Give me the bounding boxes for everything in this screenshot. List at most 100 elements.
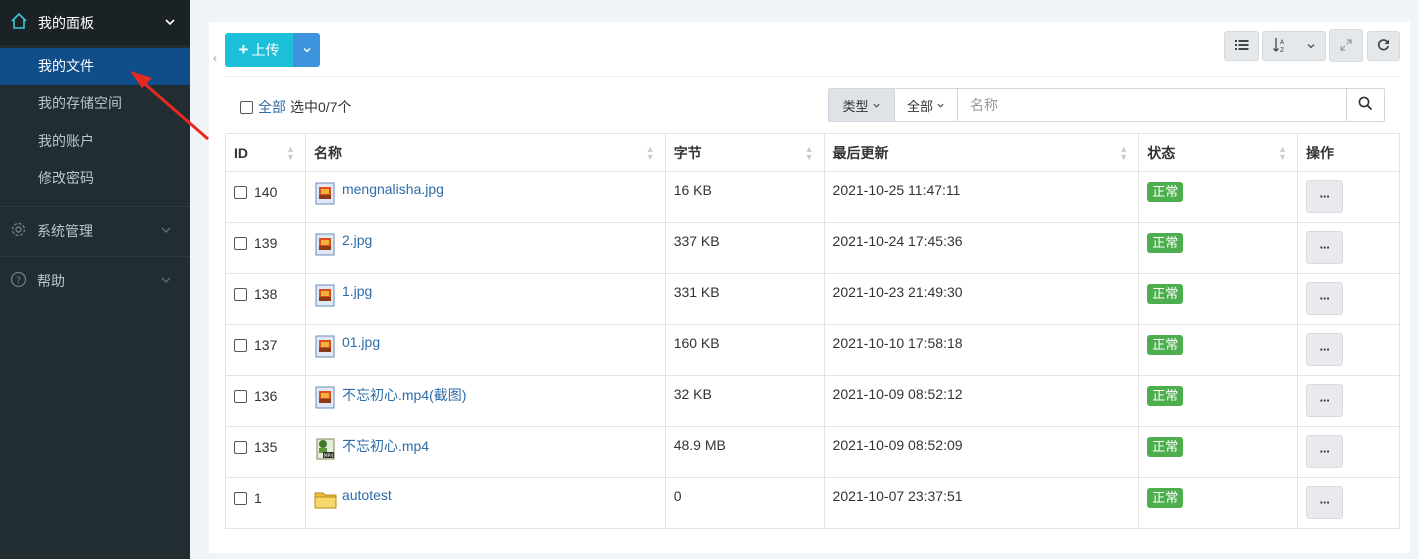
selection-status: 选中0/7个 <box>290 99 352 115</box>
row-actions-button[interactable]: ··· <box>1306 384 1344 417</box>
row-actions-button[interactable]: ··· <box>1306 180 1344 213</box>
sidebar-group-label: 帮助 <box>37 273 65 289</box>
cell-actions: ··· <box>1297 273 1400 325</box>
file-name-link[interactable]: mengnalisha.jpg <box>342 181 444 197</box>
table-row: 136 不忘初心.mp4(截图) 32 KB 2021-10-09 08:52:12 正… <box>225 375 1400 427</box>
upload-label: 上传 <box>251 42 280 58</box>
cell-actions: ··· <box>1297 171 1400 223</box>
expand-icon <box>1340 38 1352 54</box>
sort-order-dropdown[interactable]: AZ <box>1262 31 1326 61</box>
more-icon: ··· <box>1319 393 1331 408</box>
search-input[interactable] <box>958 89 1346 121</box>
help-icon: ? <box>10 271 27 291</box>
file-name-link[interactable]: 01.jpg <box>342 334 380 350</box>
file-updated: 2021-10-24 17:45:36 <box>832 233 963 249</box>
image-file-icon <box>314 335 337 358</box>
gear-icon <box>10 221 27 241</box>
row-checkbox[interactable] <box>234 491 247 505</box>
cell-actions: ··· <box>1297 324 1400 376</box>
file-name-link[interactable]: 不忘初心.mp4(截图) <box>342 385 466 405</box>
file-name-link[interactable]: 2.jpg <box>342 232 372 248</box>
select-all-checkbox[interactable] <box>240 100 253 114</box>
row-checkbox[interactable] <box>234 389 247 403</box>
cell-actions: ··· <box>1297 375 1400 427</box>
cell-status: 正常 <box>1138 222 1299 274</box>
image-file-icon <box>314 386 337 409</box>
more-icon: ··· <box>1319 189 1331 204</box>
cell-status: 正常 <box>1138 477 1299 529</box>
cell-status: 正常 <box>1138 375 1299 427</box>
upload-dropdown-toggle[interactable] <box>293 33 320 67</box>
image-file-icon <box>314 182 337 205</box>
row-checkbox[interactable] <box>234 185 247 199</box>
scope-filter-dropdown[interactable]: 全部 <box>895 89 958 121</box>
annotation-arrow-icon <box>130 71 209 141</box>
row-actions-button[interactable]: ··· <box>1306 486 1344 519</box>
cell-size: 337 KB <box>664 222 825 274</box>
sort-alpha-icon: AZ <box>1272 37 1288 56</box>
sidebar-group-help[interactable]: ? 帮助 <box>0 255 190 306</box>
upload-button-group: + 上传 <box>225 33 320 67</box>
fullscreen-button[interactable] <box>1329 29 1363 62</box>
cell-updated: 2021-10-10 17:58:18 <box>823 324 1140 376</box>
type-filter-dropdown[interactable]: 类型 <box>829 89 895 121</box>
file-size: 16 KB <box>673 182 712 198</box>
svg-text:?: ? <box>16 275 21 286</box>
status-badge: 正常 <box>1147 182 1184 202</box>
cell-id: 135 <box>225 426 306 478</box>
svg-text:A: A <box>1280 39 1285 46</box>
column-header-name[interactable]: 名称 ▲ ▼ <box>304 133 666 172</box>
file-name-link[interactable]: 不忘初心.mp4 <box>342 436 429 456</box>
column-header-size[interactable]: 字节 ▲ ▼ <box>664 133 825 172</box>
list-view-button[interactable] <box>1224 31 1259 61</box>
sidebar-header-my-panel[interactable]: 我的面板 <box>0 0 190 45</box>
column-header-actions: 操作 <box>1297 133 1400 172</box>
status-badge: 正常 <box>1147 488 1184 508</box>
mp4-file-icon: MP4 <box>314 437 337 460</box>
cell-actions: ··· <box>1297 477 1400 529</box>
sort-icon: ▲ ▼ <box>1119 144 1129 162</box>
row-id: 140 <box>254 184 278 200</box>
row-id: 138 <box>254 286 278 302</box>
row-actions-button[interactable]: ··· <box>1306 231 1344 264</box>
status-badge: 正常 <box>1147 335 1184 355</box>
chevron-down-icon <box>872 98 881 113</box>
cell-updated: 2021-10-23 21:49:30 <box>823 273 1140 325</box>
search-button[interactable] <box>1346 89 1384 121</box>
more-icon: ··· <box>1319 291 1331 306</box>
cell-status: 正常 <box>1138 324 1299 376</box>
row-actions-button[interactable]: ··· <box>1306 333 1344 366</box>
column-header-status[interactable]: 状态 ▲ ▼ <box>1138 133 1299 172</box>
column-header-label: 名称 <box>313 144 342 161</box>
row-checkbox[interactable] <box>234 440 247 454</box>
refresh-button[interactable] <box>1367 31 1400 61</box>
sidebar-item-change-password[interactable]: 修改密码 <box>0 160 190 198</box>
cell-size: 0 <box>664 477 825 529</box>
row-id: 1 <box>254 490 262 506</box>
cell-size: 16 KB <box>664 171 825 223</box>
upload-button[interactable]: + 上传 <box>225 33 293 67</box>
chevron-down-icon <box>164 15 176 31</box>
row-checkbox[interactable] <box>234 338 247 352</box>
cell-size: 160 KB <box>664 324 825 376</box>
cell-actions: ··· <box>1297 222 1400 274</box>
row-checkbox[interactable] <box>234 236 247 250</box>
chevron-down-icon <box>1306 38 1316 54</box>
column-header-updated[interactable]: 最后更新 ▲ ▼ <box>823 133 1140 172</box>
sidebar-group-system[interactable]: 系统管理 <box>0 205 190 256</box>
row-actions-button[interactable]: ··· <box>1306 282 1344 315</box>
file-name-link[interactable]: 1.jpg <box>342 283 372 299</box>
cell-status: 正常 <box>1138 426 1299 478</box>
row-checkbox[interactable] <box>234 287 247 301</box>
column-header-id[interactable]: ID ▲ ▼ <box>225 133 306 172</box>
row-actions-button[interactable]: ··· <box>1306 435 1344 468</box>
chevron-down-icon <box>302 42 312 58</box>
collapse-sidebar-toggle[interactable]: ‹ <box>209 40 221 76</box>
cell-id: 1 <box>225 477 306 529</box>
cell-name: autotest <box>304 477 666 529</box>
select-all-link[interactable]: 全部 <box>258 97 286 117</box>
file-name-link[interactable]: autotest <box>342 487 392 503</box>
scope-filter-label: 全部 <box>906 98 933 114</box>
more-icon: ··· <box>1319 495 1331 510</box>
column-header-label: ID <box>234 144 248 161</box>
